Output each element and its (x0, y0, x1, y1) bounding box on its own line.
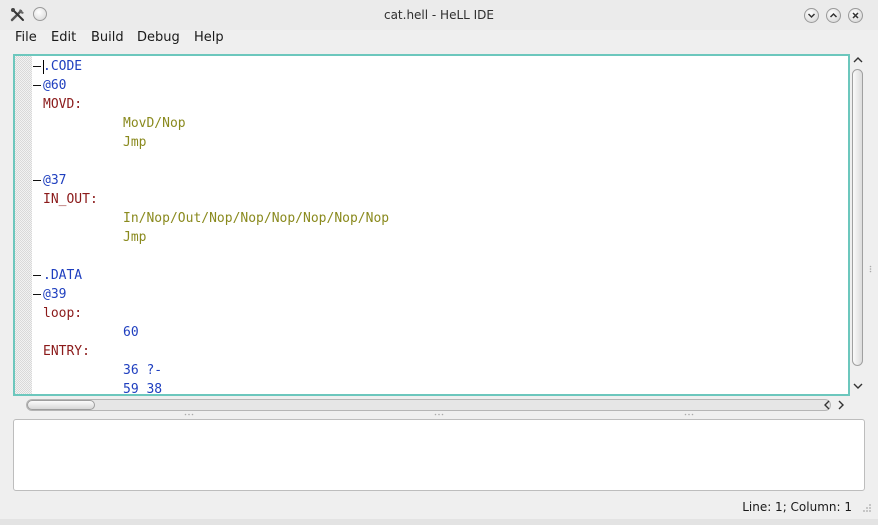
fold-toggle-icon[interactable] (33, 275, 41, 276)
fold-toggle-icon[interactable] (33, 66, 41, 67)
code-line[interactable]: @37 (43, 171, 66, 190)
fold-toggle-icon[interactable] (33, 85, 41, 86)
status-bar: Line: 1; Column: 1 (0, 497, 878, 519)
menu-help[interactable]: Help (194, 30, 224, 45)
code-line[interactable]: 36 ?- (123, 361, 162, 380)
scroll-down-arrow-icon[interactable] (853, 382, 863, 390)
code-line[interactable]: ENTRY: (43, 342, 90, 361)
menu-debug[interactable]: Debug (137, 30, 180, 45)
scroll-right-arrow-icon[interactable] (837, 400, 845, 410)
code-line[interactable]: @39 (43, 285, 66, 304)
marker-margin[interactable] (15, 56, 32, 394)
code-line[interactable]: @60 (43, 76, 66, 95)
fold-margin[interactable] (32, 56, 42, 394)
cursor-position: Line: 1; Column: 1 (742, 500, 852, 514)
menu-build[interactable]: Build (91, 30, 124, 45)
code-line[interactable]: .CODE (43, 57, 82, 76)
code-line[interactable]: Jmp (123, 228, 146, 247)
horizontal-scroll-thumb[interactable] (27, 400, 95, 410)
code-line[interactable]: loop: (43, 304, 82, 323)
title-bar[interactable]: cat.hell - HeLL IDE (0, 0, 878, 30)
code-editor[interactable]: .CODE @60 MOVD: MovD/Nop Jmp @37 IN_OUT: In/Nop… (13, 54, 850, 396)
vertical-scrollbar[interactable] (850, 54, 866, 396)
window-bottom-edge (0, 519, 878, 525)
text-caret (43, 60, 44, 74)
code-line[interactable]: IN_OUT: (43, 190, 98, 209)
code-line[interactable]: .DATA (43, 266, 82, 285)
vertical-scroll-thumb[interactable] (852, 69, 863, 366)
grip-dots-icon (869, 265, 872, 273)
output-panel[interactable] (13, 419, 865, 491)
resize-grip-icon[interactable] (860, 501, 872, 513)
maximize-button[interactable] (826, 8, 841, 23)
code-line[interactable]: Jmp (123, 133, 146, 152)
chevron-down-icon (807, 13, 816, 19)
side-grip[interactable] (869, 258, 872, 273)
minimize-button[interactable] (804, 8, 819, 23)
close-button[interactable] (848, 8, 863, 23)
scroll-up-arrow-icon[interactable] (853, 56, 863, 64)
close-icon (852, 12, 859, 19)
splitter-grip-icon (684, 413, 694, 416)
fold-toggle-icon[interactable] (33, 294, 41, 295)
fold-toggle-icon[interactable] (33, 180, 41, 181)
menu-bar: File Edit Build Debug Help (0, 28, 878, 48)
code-line[interactable]: In/Nop/Out/Nop/Nop/Nop/Nop/Nop/Nop (123, 209, 389, 228)
code-line[interactable]: 59 38 (123, 380, 162, 394)
panel-splitter[interactable] (0, 410, 878, 418)
menu-file[interactable]: File (15, 30, 37, 45)
chevron-up-icon (829, 12, 838, 18)
splitter-grip-icon (184, 413, 194, 416)
code-line[interactable]: 60 (123, 323, 139, 342)
menu-edit[interactable]: Edit (51, 30, 76, 45)
code-line[interactable]: MovD/Nop (123, 114, 186, 133)
scroll-left-arrow-icon[interactable] (823, 400, 831, 410)
splitter-grip-icon (434, 413, 444, 416)
window-title: cat.hell - HeLL IDE (383, 8, 495, 22)
code-line[interactable]: MOVD: (43, 95, 82, 114)
